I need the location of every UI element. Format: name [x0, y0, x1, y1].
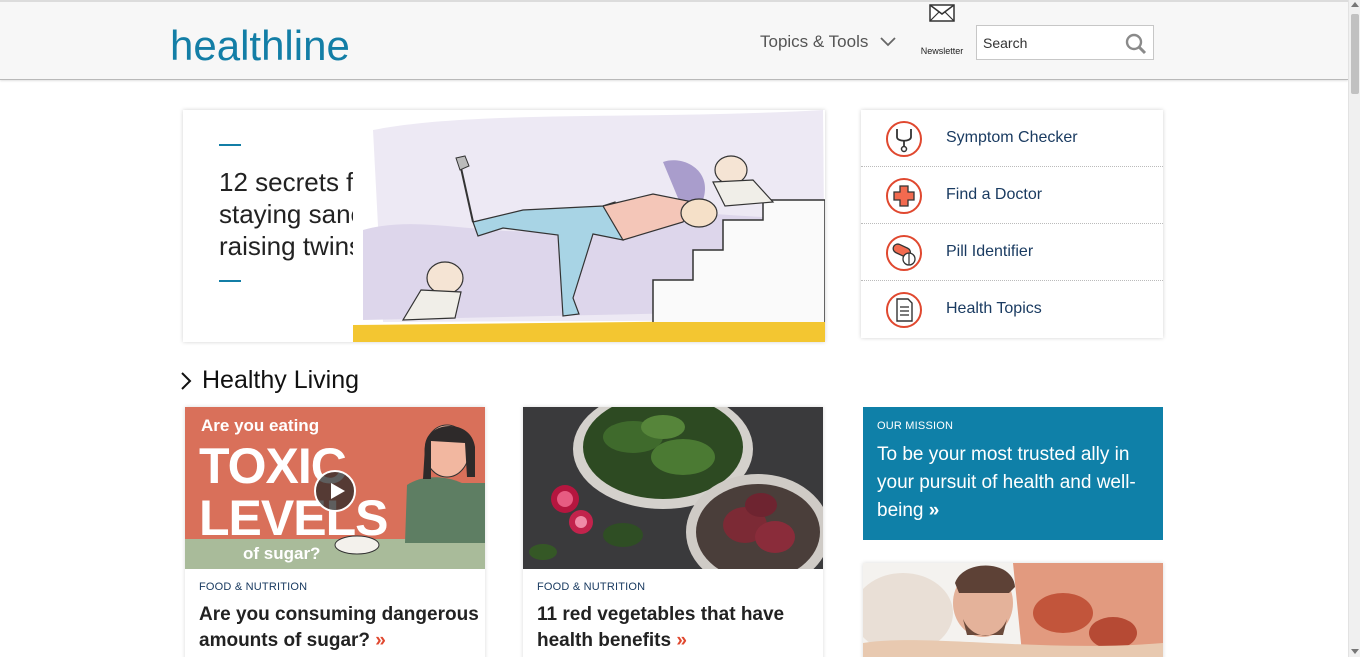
play-button-icon[interactable]	[314, 470, 356, 512]
section-heading-healthy-living[interactable]: Healthy Living	[180, 366, 359, 395]
pill-icon	[886, 235, 922, 271]
card-headline[interactable]: 11 red vegetables that have health benef…	[537, 602, 817, 654]
search-icon[interactable]	[1125, 33, 1147, 55]
double-chevron-icon: »	[676, 630, 687, 651]
document-icon	[886, 292, 922, 328]
search-box	[976, 25, 1154, 60]
tool-label: Symptom Checker	[946, 129, 1078, 146]
scroll-up-arrow-icon[interactable]	[1351, 2, 1359, 7]
tool-label: Find a Doctor	[946, 186, 1043, 203]
medical-cross-icon	[886, 178, 922, 214]
tools-panel: Symptom Checker Find a Doctor Pill Ident…	[861, 110, 1163, 338]
site-header: healthline Topics & Tools Newsletter	[0, 0, 1348, 80]
card-category[interactable]: FOOD & NUTRITION	[199, 581, 307, 593]
article-video-thumbnail[interactable]: Are you eating TOXIC LEVELS of sugar?	[185, 407, 485, 569]
scrollbar-thumb[interactable]	[1351, 14, 1359, 94]
video-text-line1: Are you eating	[201, 416, 319, 435]
newsletter-label: Newsletter	[920, 46, 964, 56]
mission-panel[interactable]: OUR MISSION To be your most trusted ally…	[863, 407, 1163, 540]
scroll-down-arrow-icon[interactable]	[1351, 649, 1359, 654]
card-headline[interactable]: Are you consuming dangerous amounts of s…	[199, 602, 479, 654]
section-title: Healthy Living	[202, 366, 360, 394]
hero-article[interactable]: 12 secrets for staying sane while raisin…	[183, 110, 825, 342]
video-text-line4: of sugar?	[243, 544, 320, 563]
tool-symptom-checker[interactable]: Symptom Checker	[861, 110, 1163, 167]
logo-wordmark: healthline	[170, 22, 350, 69]
card-headline-text: Are you consuming dangerous amounts of s…	[199, 604, 479, 651]
couple-photo	[863, 563, 1163, 657]
vertical-scrollbar[interactable]	[1348, 0, 1360, 657]
newsletter-link[interactable]: Newsletter	[914, 4, 970, 56]
tool-label: Health Topics	[946, 300, 1042, 317]
hero-rule-bottom	[219, 280, 241, 282]
promo-photo-card[interactable]	[863, 563, 1163, 657]
hero-rule-top	[219, 144, 241, 146]
card-headline-text: 11 red vegetables that have health benef…	[537, 604, 785, 651]
article-card-red-vegetables[interactable]: FOOD & NUTRITION 11 red vegetables that …	[523, 407, 823, 657]
mission-text: To be your most trusted ally in your pur…	[877, 444, 1136, 521]
double-chevron-icon: »	[375, 630, 386, 651]
tool-label: Pill Identifier	[946, 243, 1034, 260]
chevron-right-icon	[181, 371, 192, 390]
article-card-sugar[interactable]: Are you eating TOXIC LEVELS of sugar? FO…	[185, 407, 485, 657]
topics-tools-menu[interactable]: Topics & Tools	[760, 32, 896, 52]
stethoscope-icon	[886, 121, 922, 157]
tool-health-topics[interactable]: Health Topics	[861, 281, 1163, 338]
mission-label: OUR MISSION	[877, 420, 954, 432]
double-chevron-icon: »	[928, 500, 940, 521]
healthline-logo[interactable]: healthline	[168, 8, 368, 74]
card-category[interactable]: FOOD & NUTRITION	[537, 581, 645, 593]
search-input[interactable]	[983, 32, 1123, 54]
vegetables-photo	[523, 407, 823, 569]
tool-pill-identifier[interactable]: Pill Identifier	[861, 224, 1163, 281]
hero-illustration	[353, 110, 825, 342]
mission-statement[interactable]: To be your most trusted ally in your pur…	[877, 441, 1157, 525]
chevron-down-icon	[880, 37, 896, 47]
envelope-icon	[929, 4, 955, 22]
page: healthline Topics & Tools Newsletter Sea…	[0, 0, 1360, 657]
article-image-vegetables[interactable]	[523, 407, 823, 569]
tool-find-a-doctor[interactable]: Find a Doctor	[861, 167, 1163, 224]
topics-tools-label: Topics & Tools	[760, 32, 869, 51]
video-text-line3: LEVELS	[199, 490, 387, 546]
